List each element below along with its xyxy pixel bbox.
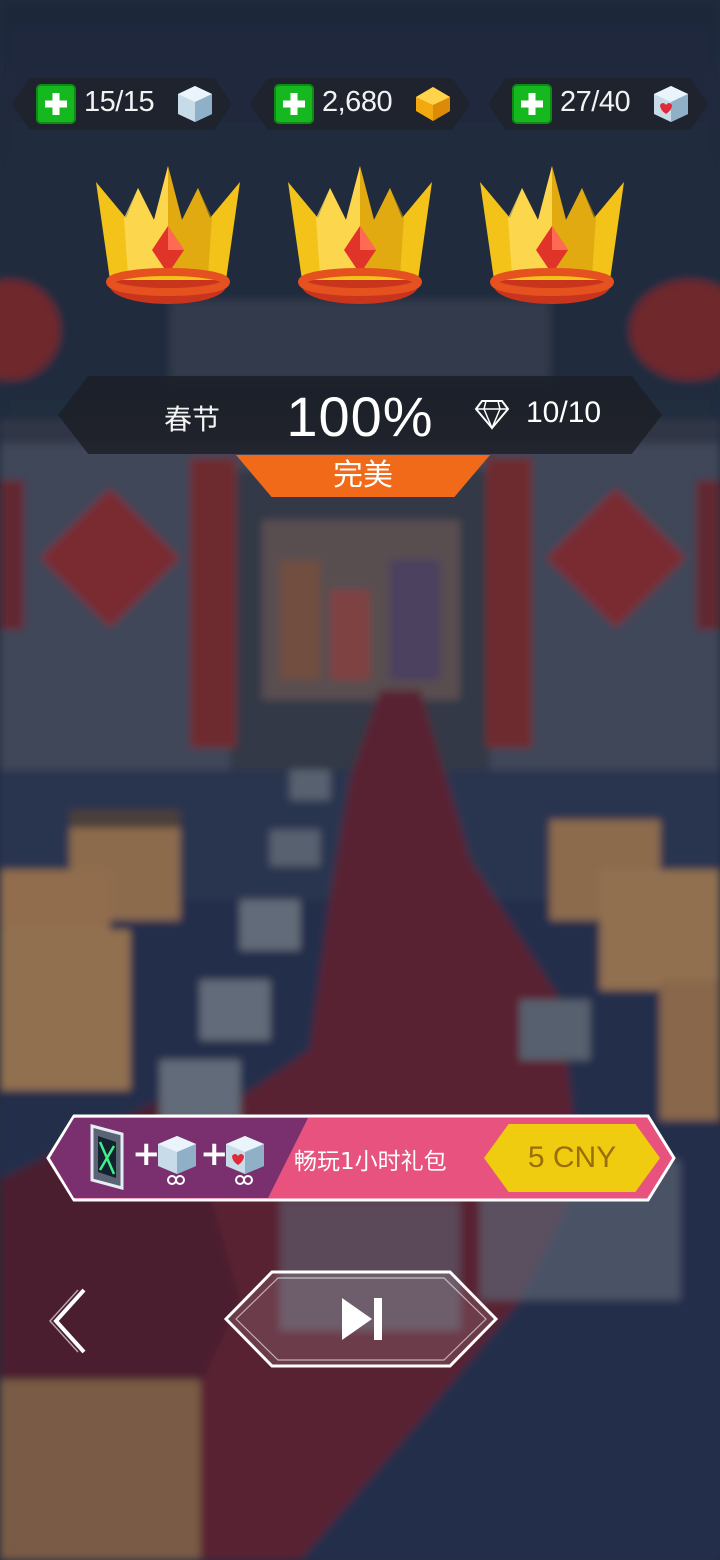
add-gold-button[interactable] [274,84,314,124]
back-chevron-icon[interactable] [44,1286,94,1356]
crown-icon [96,166,240,304]
ice-cube-infinite-icon [158,1136,196,1185]
lives-counter: 15/15 [12,78,232,130]
lives-value: 15/15 [84,86,155,118]
heart-cube-icon [654,86,688,122]
rating-badge: 完美 [236,455,490,497]
heart-cubes-value: 27/40 [560,86,631,118]
add-heart-cubes-button[interactable] [512,84,552,124]
portal-frame-icon [90,1124,124,1190]
heart-cube-infinite-icon [226,1136,264,1185]
buy-price-button[interactable]: 5 CNY [484,1124,660,1192]
crown-icon [288,166,432,304]
gold-counter: 2,680 [250,78,470,130]
gems-collected: 10/10 [526,396,602,429]
heart-cubes-counter: 27/40 [488,78,708,130]
diamond-icon [474,400,510,430]
gold-value: 2,680 [322,86,393,118]
gold-gem-icon [416,87,450,121]
level-result-banner: 春节 100% 10/10 [58,376,662,454]
ice-cube-icon [178,86,212,122]
gift-pack-offer[interactable]: + + 畅玩1小时礼包 5 CNY [46,1114,676,1202]
crown-icon [480,166,624,304]
next-level-button[interactable] [220,1268,502,1370]
offer-label: 畅玩1小时礼包 [294,1149,447,1175]
add-lives-button[interactable] [36,84,76,124]
